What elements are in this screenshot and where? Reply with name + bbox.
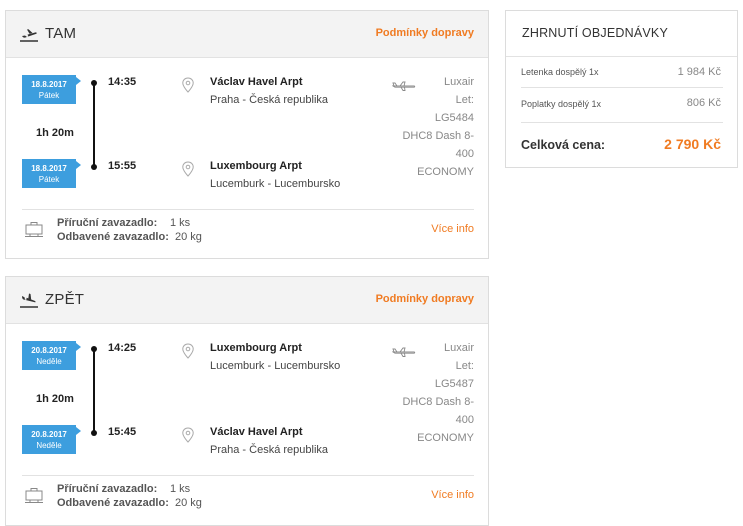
location-pin-icon [182, 161, 194, 177]
travel-class: ECONOMY [417, 166, 474, 178]
travel-class: ECONOMY [417, 432, 474, 444]
summary-total-value: 2 790 Kč [664, 136, 721, 152]
aircraft-type-line1: DHC8 Dash 8- [402, 396, 474, 408]
arrival-airport: Václav Havel Arpt [210, 426, 303, 438]
hand-luggage-value: 1 ks [170, 217, 191, 229]
summary-fees-value: 806 Kč [686, 97, 721, 109]
outbound-title: TAM [45, 25, 77, 42]
departure-time: 14:25 [108, 342, 137, 354]
departure-city: Lucemburk - Lucembursko [210, 360, 341, 372]
return-conditions-link[interactable]: Podmínky dopravy [376, 293, 474, 305]
aircraft-type-line2: 400 [455, 148, 474, 160]
return-arrival-date-badge: 20.8.2017 Neděle [22, 425, 81, 454]
weekday-text: Neděle [36, 357, 62, 366]
departure-time: 14:35 [108, 76, 137, 88]
arrival-time: 15:45 [108, 426, 137, 438]
date-text: 18.8.2017 [31, 164, 67, 173]
date-text: 20.8.2017 [31, 346, 67, 355]
card-divider [22, 475, 474, 476]
card-divider [22, 209, 474, 210]
flight-duration: 1h 20m [36, 393, 74, 405]
summary-total-label: Celková cena: [521, 138, 606, 152]
luggage-icon [25, 222, 43, 237]
return-departure-date-badge: 20.8.2017 Neděle [22, 341, 81, 370]
arrival-airport: Luxembourg Arpt [210, 160, 302, 172]
luggage-icon [25, 488, 43, 503]
timeline-end-dot [91, 164, 97, 170]
airline-name: Luxair [444, 76, 474, 88]
hand-luggage-label: Příruční zavazadlo: [57, 483, 158, 495]
outbound-card-header: TAM Podmínky dopravy [6, 11, 488, 58]
weekday-text: Neděle [36, 441, 62, 450]
summary-divider [521, 122, 723, 123]
flight-number: LG5487 [434, 378, 474, 390]
timeline-line [93, 83, 95, 167]
summary-divider [521, 87, 723, 88]
arrival-time: 15:55 [108, 160, 137, 172]
departure-airport: Luxembourg Arpt [210, 342, 302, 354]
flight-info: Luxair Let: LG5487 DHC8 Dash 8- 400 ECON… [384, 339, 474, 447]
airline-name: Luxair [444, 342, 474, 354]
return-card-header: ZPĚT Podmínky dopravy [6, 277, 488, 324]
more-info-link[interactable]: Více info [431, 489, 474, 501]
arrival-city: Lucemburk - Lucembursko [210, 178, 341, 190]
summary-ticket-label: Letenka dospělý 1x [521, 67, 599, 77]
location-pin-icon [182, 427, 194, 443]
summary-title: ZHRNUTÍ OBJEDNÁVKY [522, 26, 668, 40]
aircraft-type-line1: DHC8 Dash 8- [402, 130, 474, 142]
timeline-line [93, 349, 95, 433]
checked-luggage-value: 20 kg [175, 231, 202, 243]
location-pin-icon [182, 343, 194, 359]
date-text: 18.8.2017 [31, 80, 67, 89]
outbound-flight-card: TAM Podmínky dopravy 18.8.2017 Pátek 14:… [5, 10, 489, 259]
departure-airport: Václav Havel Arpt [210, 76, 303, 88]
outbound-departure-date-badge: 18.8.2017 Pátek [22, 75, 81, 104]
flight-duration: 1h 20m [36, 127, 74, 139]
flight-label: Let: [455, 94, 474, 106]
flight-label: Let: [455, 360, 474, 372]
outbound-arrival-date-badge: 18.8.2017 Pátek [22, 159, 81, 188]
takeoff-icon [20, 29, 38, 42]
location-pin-icon [182, 77, 194, 93]
outbound-segment: 18.8.2017 Pátek 14:35 Václav Havel Arpt … [22, 73, 474, 193]
checked-luggage-label: Odbavené zavazadlo: [57, 497, 169, 509]
aircraft-type-line2: 400 [455, 414, 474, 426]
flight-info: Luxair Let: LG5484 DHC8 Dash 8- 400 ECON… [384, 73, 474, 181]
weekday-text: Pátek [38, 175, 60, 184]
return-segment: 20.8.2017 Neděle 14:25 Luxembourg Arpt L… [22, 339, 474, 459]
summary-fees-label: Poplatky dospělý 1x [521, 99, 602, 109]
order-summary-card: ZHRNUTÍ OBJEDNÁVKY Letenka dospělý 1x 1 … [505, 10, 738, 168]
timeline-end-dot [91, 430, 97, 436]
departure-city: Praha - Česká republika [210, 94, 329, 106]
checked-luggage-label: Odbavené zavazadlo: [57, 231, 169, 243]
summary-divider [506, 56, 737, 57]
checked-luggage-value: 20 kg [175, 497, 202, 509]
hand-luggage-label: Příruční zavazadlo: [57, 217, 158, 229]
flight-number: LG5484 [434, 112, 474, 124]
hand-luggage-value: 1 ks [170, 483, 191, 495]
more-info-link[interactable]: Více info [431, 223, 474, 235]
outbound-conditions-link[interactable]: Podmínky dopravy [376, 27, 474, 39]
arrival-city: Praha - Česká republika [210, 444, 329, 456]
landing-icon [20, 293, 38, 308]
return-flight-card: ZPĚT Podmínky dopravy 20.8.2017 Neděle 1… [5, 276, 489, 526]
date-text: 20.8.2017 [31, 430, 67, 439]
summary-ticket-value: 1 984 Kč [677, 66, 721, 78]
return-title: ZPĚT [45, 291, 85, 308]
weekday-text: Pátek [38, 91, 60, 100]
